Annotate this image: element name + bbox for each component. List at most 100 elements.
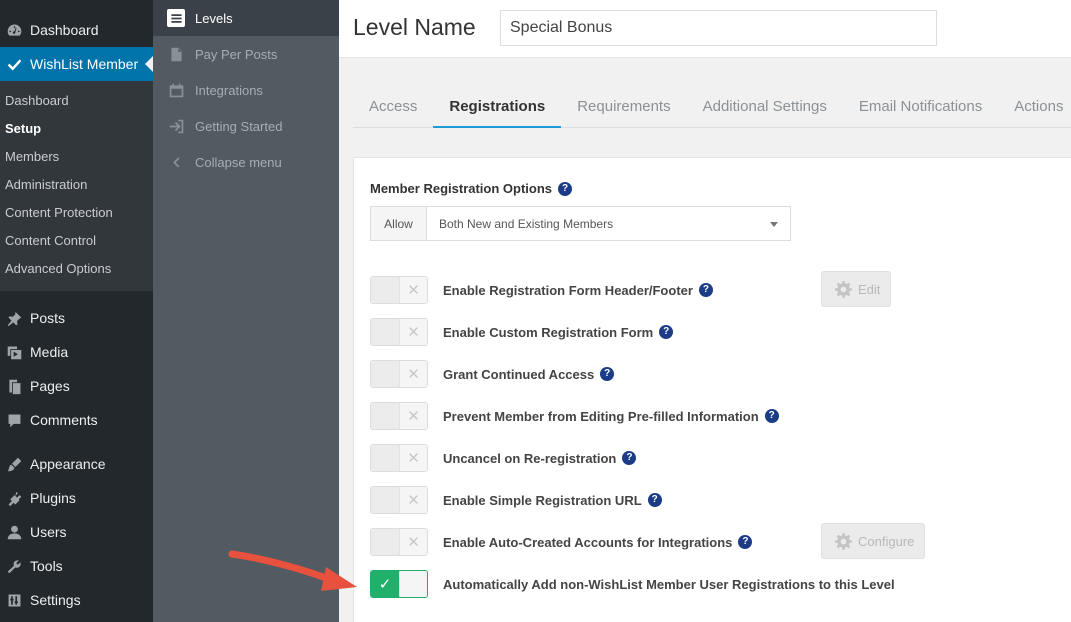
tab-requirements[interactable]: Requirements — [561, 88, 686, 128]
wp-menu-label: Plugins — [30, 490, 76, 506]
registrations-panel: Member Registration Options ? Allow Both… — [353, 157, 1071, 622]
help-icon[interactable]: ? — [647, 493, 662, 507]
toggle-switch[interactable]: ✕ — [370, 402, 428, 430]
option-row-header-footer: ✕ Enable Registration Form Header/Footer… — [370, 276, 713, 304]
wl-menu-label: Getting Started — [195, 118, 283, 134]
option-label: Automatically Add non-WishList Member Us… — [443, 577, 895, 592]
wl-menu-levels[interactable]: Levels — [153, 0, 339, 36]
toggle-switch[interactable]: ✕ — [370, 318, 428, 346]
configure-button-label: Configure — [858, 533, 915, 549]
wp-menu-label: Pages — [30, 378, 70, 394]
x-icon: ✕ — [399, 529, 427, 555]
help-icon[interactable]: ? — [659, 325, 674, 339]
option-label: Enable Simple Registration URL? — [443, 493, 662, 508]
level-header: Level Name — [339, 0, 1071, 58]
submenu-content-control[interactable]: Content Control — [0, 227, 153, 255]
option-label: Uncancel on Re-registration? — [443, 450, 637, 466]
allow-select-group: Allow Both New and Existing Members — [370, 206, 791, 241]
users-icon — [4, 522, 24, 542]
wl-menu-label: Collapse menu — [195, 154, 282, 170]
option-label: Enable Auto-Created Accounts for Integra… — [443, 534, 753, 550]
help-icon[interactable]: ? — [600, 367, 615, 381]
registration-options-label: Member Registration Options ? — [370, 181, 573, 196]
toggle-switch[interactable]: ✕ — [370, 486, 428, 514]
wl-menu-getting-started[interactable]: Getting Started — [153, 108, 339, 144]
wp-menu-dashboard[interactable]: Dashboard — [0, 13, 153, 47]
wp-menu-posts[interactable]: Posts — [0, 301, 153, 335]
wp-menu-settings[interactable]: Settings — [0, 583, 153, 617]
tab-access[interactable]: Access — [353, 88, 433, 128]
tab-registrations[interactable]: Registrations — [433, 88, 562, 128]
toggle-switch[interactable]: ✕ — [370, 444, 428, 472]
wp-menu-label: Comments — [30, 412, 98, 428]
option-label-text: Prevent Member from Editing Pre-filled I… — [443, 408, 759, 424]
wp-menu-media[interactable]: Media — [0, 335, 153, 369]
plugin-icon — [4, 488, 24, 508]
wl-menu-label: Levels — [195, 10, 233, 26]
toggle-switch[interactable]: ✕ — [370, 360, 428, 388]
toggle-switch[interactable]: ✓ — [370, 570, 428, 598]
wp-menu-wishlist-member[interactable]: WishList Member — [0, 47, 153, 81]
wrench-icon — [4, 556, 24, 576]
submenu-dashboard[interactable]: Dashboard — [0, 87, 153, 115]
registration-options-text: Member Registration Options — [370, 181, 553, 196]
level-tabs: Access Registrations Requirements Additi… — [353, 88, 1071, 128]
option-label-text: Enable Auto-Created Accounts for Integra… — [443, 534, 733, 550]
main-content: Level Name Access Registrations Requirem… — [339, 0, 1071, 622]
toggle-switch[interactable]: ✕ — [370, 528, 428, 556]
help-icon[interactable]: ? — [558, 181, 573, 196]
comments-icon — [4, 410, 24, 430]
wp-menu-comments[interactable]: Comments — [0, 403, 153, 437]
wp-menu-tools[interactable]: Tools — [0, 549, 153, 583]
dashboard-icon — [4, 20, 24, 40]
option-label: Grant Continued Access? — [443, 367, 615, 382]
tab-email-notifications[interactable]: Email Notifications — [843, 88, 998, 128]
wp-menu-label: Settings — [30, 592, 81, 608]
option-label-text: Uncancel on Re-registration — [443, 450, 617, 466]
settings-icon — [4, 590, 24, 610]
submenu-setup[interactable]: Setup — [0, 115, 153, 143]
pages-icon — [4, 376, 24, 396]
submenu-members[interactable]: Members — [0, 143, 153, 171]
wl-menu-label: Integrations — [195, 82, 263, 98]
option-label-text: Enable Custom Registration Form — [443, 324, 654, 340]
x-icon: ✕ — [399, 277, 427, 303]
wl-menu-collapse[interactable]: Collapse menu — [153, 144, 339, 180]
help-icon[interactable]: ? — [738, 535, 753, 549]
wl-menu-integrations[interactable]: Integrations — [153, 72, 339, 108]
submenu-administration[interactable]: Administration — [0, 171, 153, 199]
annotation-arrow-icon — [228, 550, 357, 591]
level-name-input[interactable] — [500, 10, 937, 46]
tab-actions[interactable]: Actions — [998, 88, 1071, 128]
wishlist-submenu: Dashboard Setup Members Administration C… — [0, 81, 153, 291]
check-icon: ✓ — [371, 571, 399, 597]
document-icon — [167, 45, 185, 63]
option-row-auto-created: ✕ Enable Auto-Created Accounts for Integ… — [370, 528, 753, 556]
edit-button[interactable]: Edit — [821, 271, 892, 307]
sign-in-icon — [167, 117, 185, 135]
wp-menu-pages[interactable]: Pages — [0, 369, 153, 403]
wp-menu-label: Posts — [30, 310, 66, 326]
wp-menu-users[interactable]: Users — [0, 515, 153, 549]
submenu-content-protection[interactable]: Content Protection — [0, 199, 153, 227]
tab-additional-settings[interactable]: Additional Settings — [687, 88, 843, 128]
wp-menu-appearance[interactable]: Appearance — [0, 447, 153, 481]
help-icon[interactable]: ? — [764, 409, 779, 423]
allow-addon-label: Allow — [371, 207, 427, 240]
calendar-icon — [167, 81, 185, 99]
wishlist-sidebar: Levels Pay Per Posts Integrations Gettin… — [153, 0, 339, 622]
option-row-continued-access: ✕ Grant Continued Access? — [370, 360, 615, 388]
checkmark-icon — [4, 54, 24, 74]
wp-menu-label: Dashboard — [30, 22, 99, 38]
help-icon[interactable]: ? — [622, 451, 637, 465]
registration-options-select[interactable]: Both New and Existing Members — [427, 207, 790, 240]
wl-menu-pay-per-posts[interactable]: Pay Per Posts — [153, 36, 339, 72]
help-icon[interactable]: ? — [698, 283, 713, 297]
option-label-text: Automatically Add non-WishList Member Us… — [443, 576, 895, 592]
configure-button[interactable]: Configure — [821, 523, 926, 559]
submenu-advanced-options[interactable]: Advanced Options — [0, 255, 153, 283]
wp-menu-plugins[interactable]: Plugins — [0, 481, 153, 515]
toggle-switch[interactable]: ✕ — [370, 276, 428, 304]
wp-menu-label: WishList Member — [30, 56, 139, 72]
gear-icon — [834, 532, 853, 550]
